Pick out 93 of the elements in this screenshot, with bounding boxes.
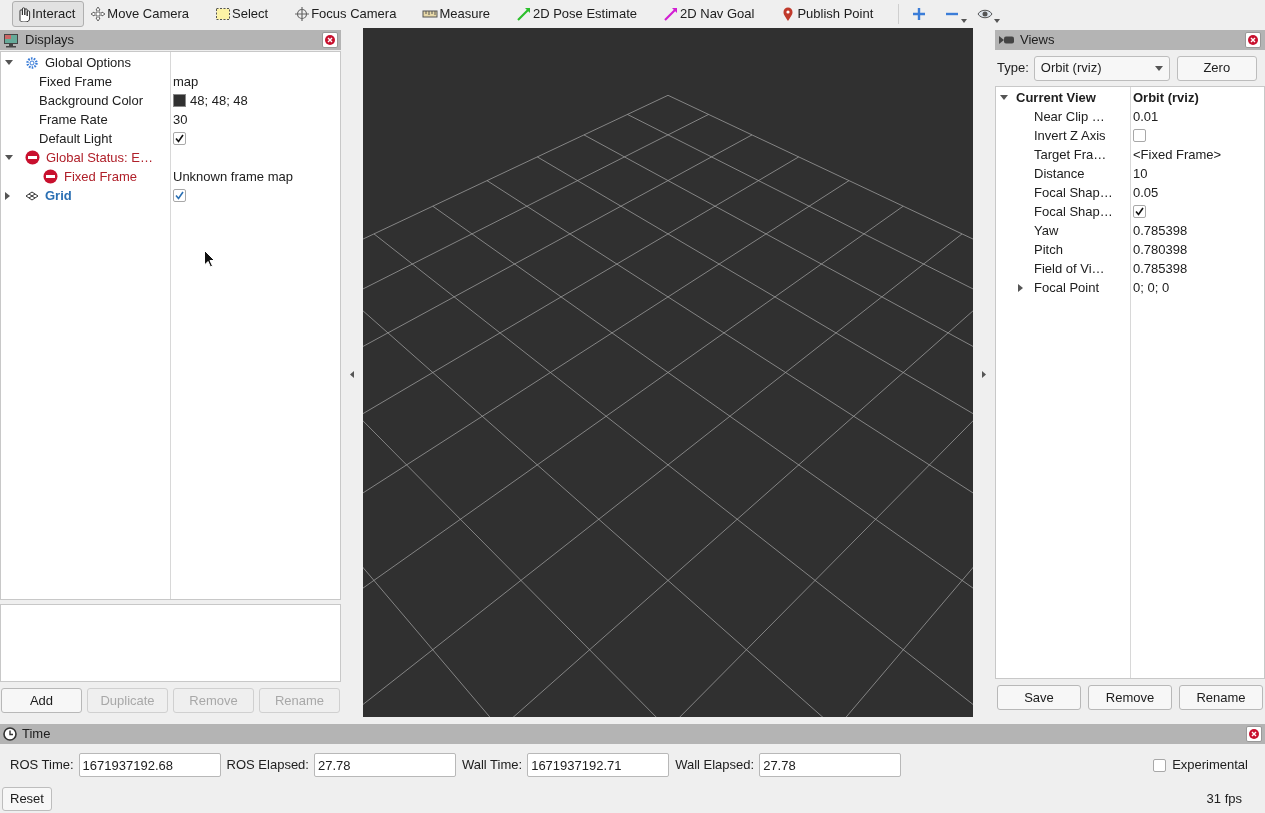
property-label: Grid	[45, 186, 72, 205]
property-label: Focal Point	[1034, 278, 1100, 297]
property-label: Focal Shap…	[1034, 202, 1113, 221]
dropdown-arrow-icon[interactable]	[994, 19, 1001, 23]
error-icon	[25, 150, 40, 165]
property-value: 30	[173, 110, 188, 129]
property-label: Fixed Frame	[64, 167, 137, 186]
property-value: 0.05	[1133, 183, 1159, 202]
checkbox[interactable]	[1133, 205, 1146, 218]
property-label: Pitch	[1034, 240, 1063, 259]
expand-arrow-icon[interactable]	[5, 60, 13, 65]
tool-button[interactable]: Measure	[419, 1, 499, 27]
tool-button[interactable]: Move Camera	[87, 1, 198, 27]
property-label: Fixed Frame	[39, 72, 112, 91]
property-value: 0.780398	[1133, 240, 1188, 259]
checkbox[interactable]	[1133, 129, 1146, 142]
grid-icon	[25, 190, 39, 201]
close-button[interactable]	[322, 32, 338, 48]
close-button[interactable]	[1246, 726, 1262, 742]
panel-title: Displays	[25, 31, 76, 50]
collapse-arrow-icon[interactable]	[350, 370, 354, 378]
property-label: Global Options	[45, 53, 131, 72]
checkbox-label: Experimental	[1172, 756, 1248, 775]
time-field[interactable]: 1671937192.68	[78, 753, 221, 777]
error-icon	[43, 169, 58, 184]
property-label: Near Clip …	[1034, 107, 1105, 126]
action-button[interactable]: Rename	[1179, 685, 1263, 710]
panel-title: Views	[1020, 31, 1056, 50]
plus-icon[interactable]	[911, 6, 928, 22]
panel-title: Time	[22, 725, 52, 744]
time-field[interactable]: 1671937192.71	[527, 753, 670, 777]
property-label: Default Light	[39, 129, 112, 148]
type-dropdown[interactable]: Orbit (rviz)	[1033, 55, 1170, 81]
reset-button[interactable]: Reset	[2, 787, 52, 811]
property-label: Field of Vi…	[1034, 259, 1105, 278]
property-label: Background Color	[39, 91, 144, 110]
property-value: 0.01	[1133, 107, 1159, 126]
tool-button[interactable]: 2D Pose Estimate	[512, 1, 646, 27]
property-value: 10	[1133, 164, 1148, 183]
type-label: Type:	[997, 59, 1029, 78]
cursor-icon	[204, 250, 215, 268]
move-icon	[90, 6, 107, 22]
tool-button[interactable]: Focus Camera	[291, 1, 406, 27]
crosshair-icon	[294, 6, 311, 22]
expand-arrow-icon[interactable]	[5, 155, 13, 160]
tool-button[interactable]: 2D Nav Goal	[660, 1, 764, 27]
property-label: Focal Shap…	[1034, 183, 1113, 202]
field-label: Wall Elapsed:	[675, 756, 755, 775]
property-value: 0.785398	[1133, 259, 1188, 278]
zero-button[interactable]: Zero	[1176, 55, 1257, 81]
field-label: Wall Time:	[461, 756, 523, 775]
arrow-icon	[515, 6, 532, 22]
clock-icon	[3, 727, 17, 741]
property-label: Distance	[1034, 164, 1085, 183]
dropdown-arrow-icon[interactable]	[961, 19, 968, 23]
collapse-arrow-icon[interactable]	[5, 191, 10, 200]
tool-button[interactable]: Select	[212, 1, 278, 27]
time-field[interactable]: 27.78	[313, 753, 456, 777]
dashed-rectangle-icon	[215, 6, 231, 22]
checkbox[interactable]	[173, 189, 186, 202]
property-value: map	[173, 72, 199, 91]
property-value: 48; 48; 48	[190, 91, 248, 110]
monitor-icon	[3, 32, 19, 48]
field-label: ROS Time:	[10, 756, 74, 775]
camera-icon	[999, 35, 1015, 45]
tool-button[interactable]: Publish Point	[777, 1, 883, 27]
checkbox[interactable]	[173, 132, 186, 145]
tool-button[interactable]: Interact	[12, 1, 85, 27]
collapse-arrow-icon[interactable]	[982, 370, 986, 378]
fps-label: 31 fps	[1206, 790, 1242, 809]
property-label: Global Status: E…	[46, 148, 153, 167]
property-value: 0.785398	[1133, 221, 1188, 240]
action-button[interactable]: Remove	[1088, 685, 1172, 710]
close-button[interactable]	[1245, 32, 1261, 48]
expand-arrow-icon[interactable]	[1000, 95, 1008, 100]
property-label: Target Fra…	[1034, 145, 1107, 164]
arrow-icon	[663, 6, 679, 22]
property-label: Frame Rate	[39, 110, 108, 129]
property-value: <Fixed Frame>	[1133, 145, 1222, 164]
time-field[interactable]: 27.78	[759, 753, 902, 777]
action-button[interactable]: Add	[1, 688, 82, 713]
property-value: Orbit (rviz)	[1133, 88, 1199, 107]
property-value: Unknown frame map	[173, 167, 293, 186]
action-button[interactable]: Save	[997, 685, 1081, 710]
checkbox[interactable]	[1153, 758, 1167, 772]
dropdown-arrow-icon	[1154, 65, 1163, 71]
collapse-arrow-icon[interactable]	[1018, 283, 1023, 292]
property-label: Yaw	[1034, 221, 1059, 240]
property-label: Current View	[1016, 88, 1096, 107]
gear-icon	[25, 55, 39, 70]
property-label: Invert Z Axis	[1034, 126, 1106, 145]
field-label: ROS Elapsed:	[226, 756, 309, 775]
property-value: 0; 0; 0	[1133, 278, 1170, 297]
